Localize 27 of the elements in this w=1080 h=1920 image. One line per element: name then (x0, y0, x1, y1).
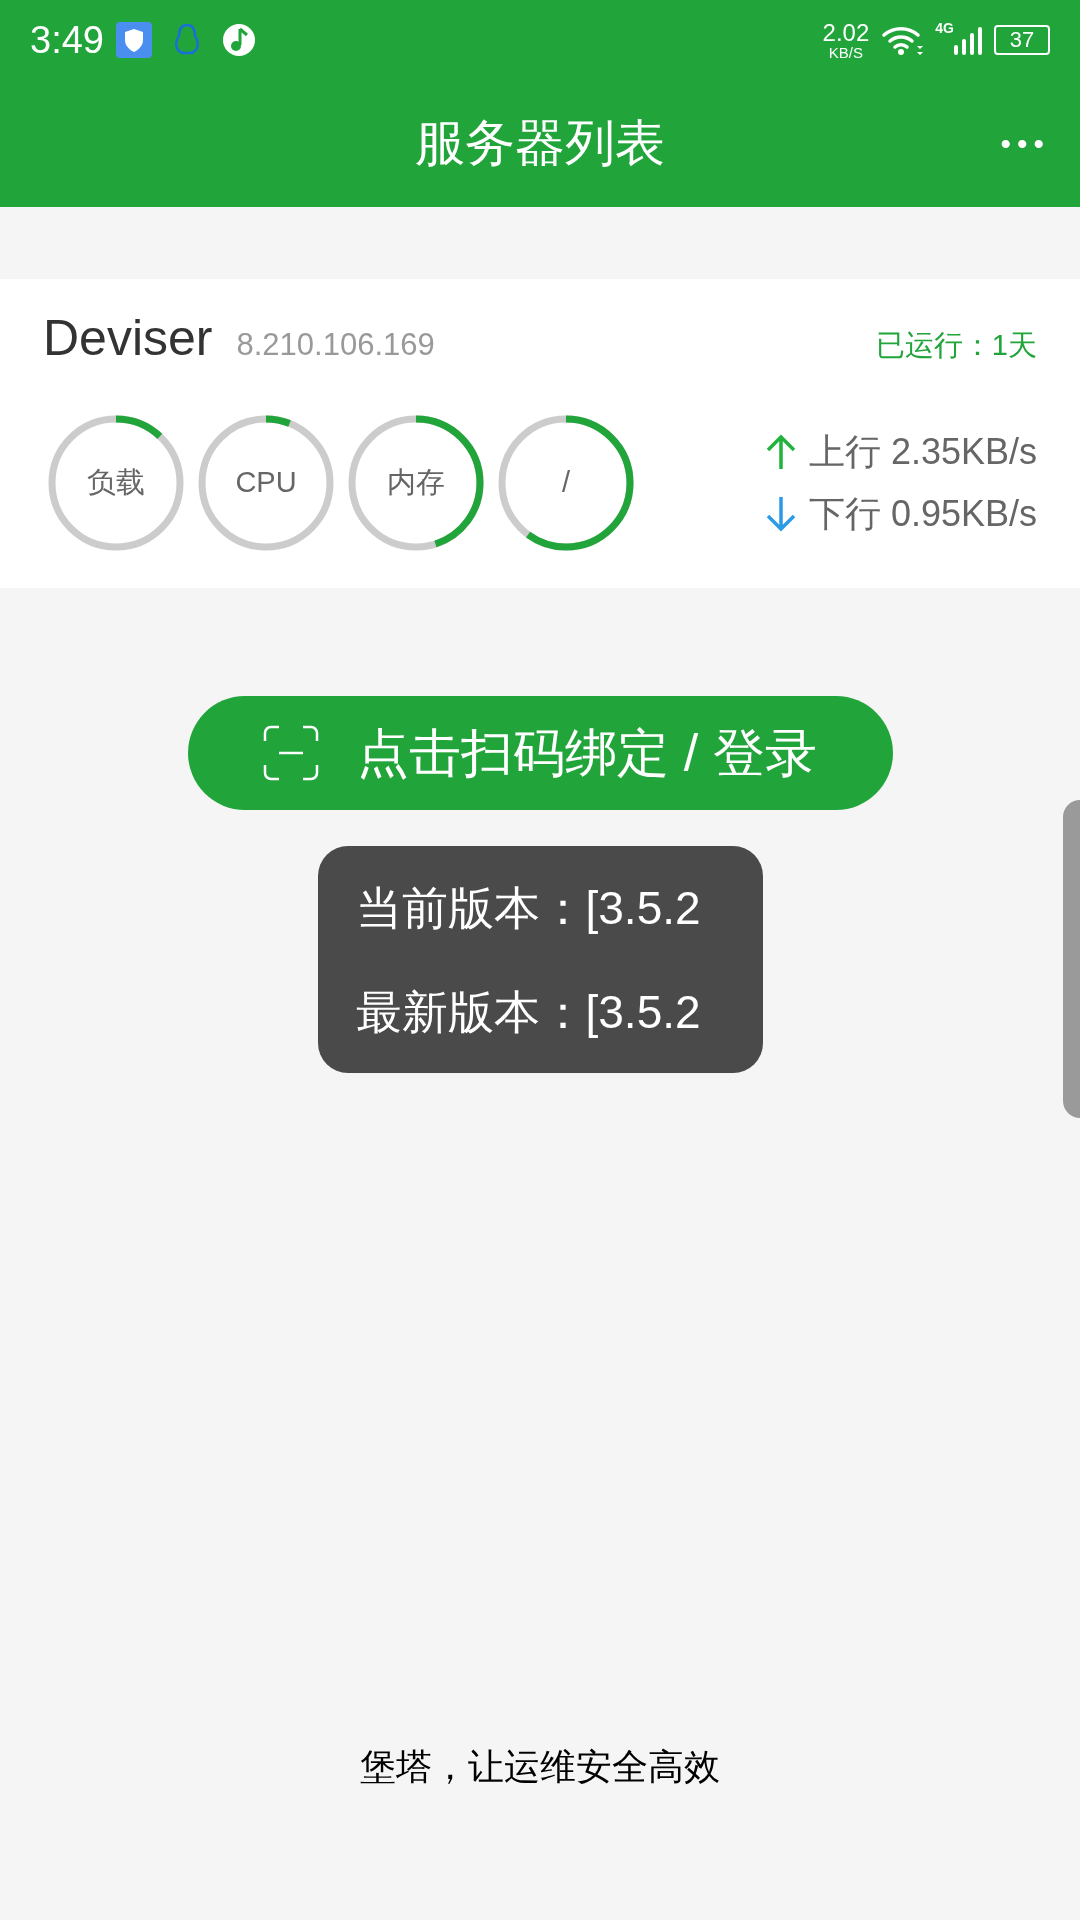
page-title: 服务器列表 (415, 114, 665, 173)
server-card[interactable]: Deviser 8.210.106.169 已运行：1天 负载 CPU 内存 / 上行 2.35KB/s 下行 0.95KB/s (0, 279, 1080, 588)
download-speed: 下行 0.95KB/s (808, 492, 1037, 536)
server-name: Deviser (43, 309, 213, 368)
network-speed-unit: KB/S (828, 44, 864, 60)
gauge-label: CPU (235, 465, 297, 501)
down-arrow-icon (764, 495, 797, 533)
status-time: 3:49 (30, 17, 104, 63)
up-arrow-icon (764, 433, 797, 471)
slogan-text: 堡塔，让运维安全高效 (360, 1745, 720, 1789)
music-note-icon (221, 23, 256, 57)
more-menu-button[interactable]: ••• (1000, 121, 1050, 166)
gauge-label: / (561, 465, 571, 501)
shield-icon (115, 22, 152, 58)
gauge-label: 内存 (387, 465, 445, 501)
upload-speed: 上行 2.35KB/s (808, 430, 1037, 474)
uptime-text: 已运行：1天 (875, 328, 1037, 363)
side-handle[interactable] (1063, 800, 1080, 1118)
gauge-label: 负载 (87, 465, 145, 501)
server-ip: 8.210.106.169 (236, 326, 435, 364)
scan-icon (263, 725, 320, 781)
battery-level: 37 (1009, 29, 1035, 51)
scan-login-button[interactable]: 点击扫码绑定 / 登录 (187, 696, 893, 810)
network-type: 4G (935, 19, 954, 38)
signal-icon (954, 25, 982, 55)
network-speed: 2.02 (822, 20, 870, 45)
wifi-icon (881, 24, 924, 56)
